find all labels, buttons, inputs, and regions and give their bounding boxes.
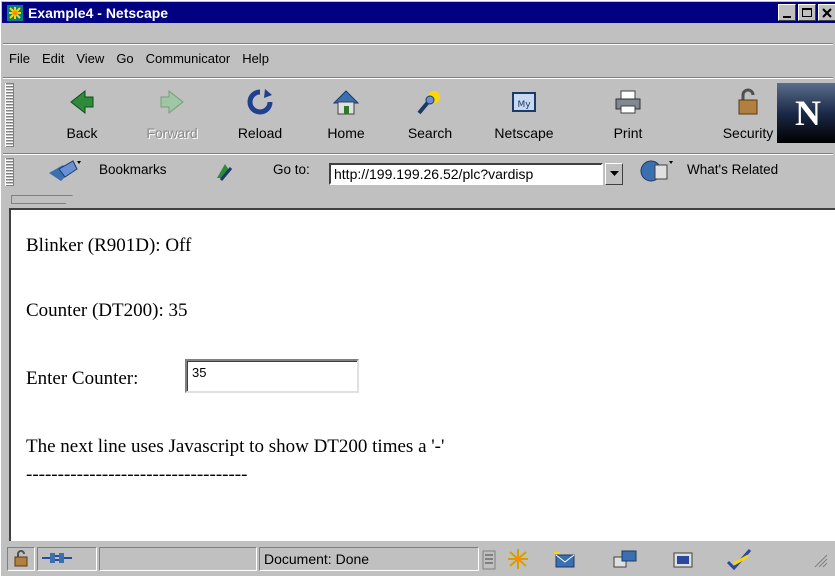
reload-icon [244, 85, 276, 119]
reload-label: Reload [237, 125, 283, 141]
svg-text:My: My [517, 100, 531, 110]
netscape-label: Netscape [494, 125, 554, 141]
goto-label: Go to: [273, 162, 310, 177]
discussion-groups-icon[interactable] [610, 549, 640, 572]
netscape-button[interactable]: My Netscape [485, 83, 563, 149]
search-button[interactable]: Search [391, 83, 469, 149]
unlocked-lock-icon [12, 549, 30, 570]
page-location-icon[interactable] [213, 160, 235, 185]
edit-check-icon[interactable] [724, 548, 754, 573]
netscape-icon: My [508, 85, 540, 119]
forward-arrow-icon [156, 85, 188, 119]
home-icon [330, 85, 362, 119]
connection-plug-icon [38, 551, 72, 568]
minimize-icon [783, 15, 791, 18]
maximize-icon [802, 8, 812, 17]
progress-cell [99, 547, 257, 571]
security-status-cell[interactable] [7, 547, 35, 571]
reload-button[interactable]: Reload [221, 83, 299, 149]
menu-bar: File Edit View Go Communicator Help [3, 48, 275, 68]
status-bar: Document: Done [3, 543, 835, 575]
enter-counter-label: Enter Counter: [26, 368, 139, 389]
url-input[interactable]: http://199.199.26.52/plc?vardisp [329, 163, 603, 185]
maximize-button[interactable] [798, 4, 816, 21]
print-label: Print [613, 125, 643, 141]
location-toolbar: Bookmarks Go to: http://199.199.26.52/pl… [3, 156, 835, 190]
security-label: Security [722, 125, 774, 141]
resize-grip-icon[interactable] [812, 552, 828, 571]
whats-related-label[interactable]: What's Related [687, 162, 778, 177]
title-bar[interactable]: Example4 - Netscape [2, 2, 835, 23]
dash-line-output: ----------------------------------- [26, 464, 248, 485]
menu-separator-bottom [3, 77, 833, 79]
composer-component-icon[interactable] [668, 549, 698, 572]
navigator-component-icon[interactable] [504, 548, 532, 573]
search-label: Search [407, 125, 453, 141]
menu-edit[interactable]: Edit [36, 51, 70, 66]
forward-button[interactable]: Forward [133, 83, 211, 149]
javascript-description-text: The next line uses Javascript to show DT… [26, 436, 445, 457]
status-text-cell: Document: Done [259, 547, 479, 571]
close-icon [819, 5, 835, 20]
bookmarks-label[interactable]: Bookmarks [99, 162, 167, 177]
blinker-status-text: Blinker (R901D): Off [26, 235, 192, 256]
back-label: Back [66, 125, 98, 141]
print-button[interactable]: Print [589, 83, 667, 149]
back-button[interactable]: Back [43, 83, 121, 149]
menu-go[interactable]: Go [110, 51, 139, 66]
home-button[interactable]: Home [307, 83, 385, 149]
component-bar [481, 547, 835, 571]
toolbar-separator [3, 153, 833, 155]
menu-view[interactable]: View [70, 51, 110, 66]
menu-file[interactable]: File [3, 51, 36, 66]
menu-communicator[interactable]: Communicator [140, 51, 237, 66]
bookmarks-icon[interactable] [47, 159, 85, 186]
back-arrow-icon [66, 85, 98, 119]
search-icon [414, 85, 446, 119]
minimize-button[interactable] [778, 4, 796, 21]
toolbar-tab-flap[interactable] [11, 195, 73, 204]
home-label: Home [327, 125, 365, 141]
component-bar-grip-icon[interactable] [482, 550, 496, 573]
menu-separator-top [3, 43, 833, 45]
netscape-app-icon [6, 4, 24, 22]
page-content: Blinker (R901D): Off Counter (DT200): 35… [9, 208, 835, 541]
toolbar-grip[interactable] [5, 83, 14, 147]
browser-window: Example4 - Netscape File Edit View Go Co… [0, 0, 835, 576]
navigation-toolbar: Back Forward Reload Home Search My Netsc… [3, 81, 835, 153]
url-dropdown-button[interactable] [605, 163, 623, 185]
printer-icon [612, 85, 644, 119]
window-title: Example4 - Netscape [28, 4, 169, 21]
counter-input[interactable]: 35 [185, 359, 359, 393]
connection-status-cell [37, 547, 97, 571]
security-button[interactable]: Security [709, 83, 787, 149]
collapsed-toolbar-tab[interactable] [3, 193, 835, 205]
status-text: Document: Done [264, 551, 370, 567]
chevron-down-icon [609, 169, 619, 180]
lock-icon [732, 85, 764, 119]
counter-status-text: Counter (DT200): 35 [26, 300, 188, 321]
netscape-logo[interactable]: N [777, 83, 835, 143]
mail-component-icon[interactable] [552, 549, 582, 572]
menu-help[interactable]: Help [236, 51, 275, 66]
forward-label: Forward [146, 125, 198, 141]
whats-related-icon[interactable] [639, 159, 677, 186]
close-button[interactable] [818, 4, 835, 21]
location-grip[interactable] [5, 158, 14, 186]
